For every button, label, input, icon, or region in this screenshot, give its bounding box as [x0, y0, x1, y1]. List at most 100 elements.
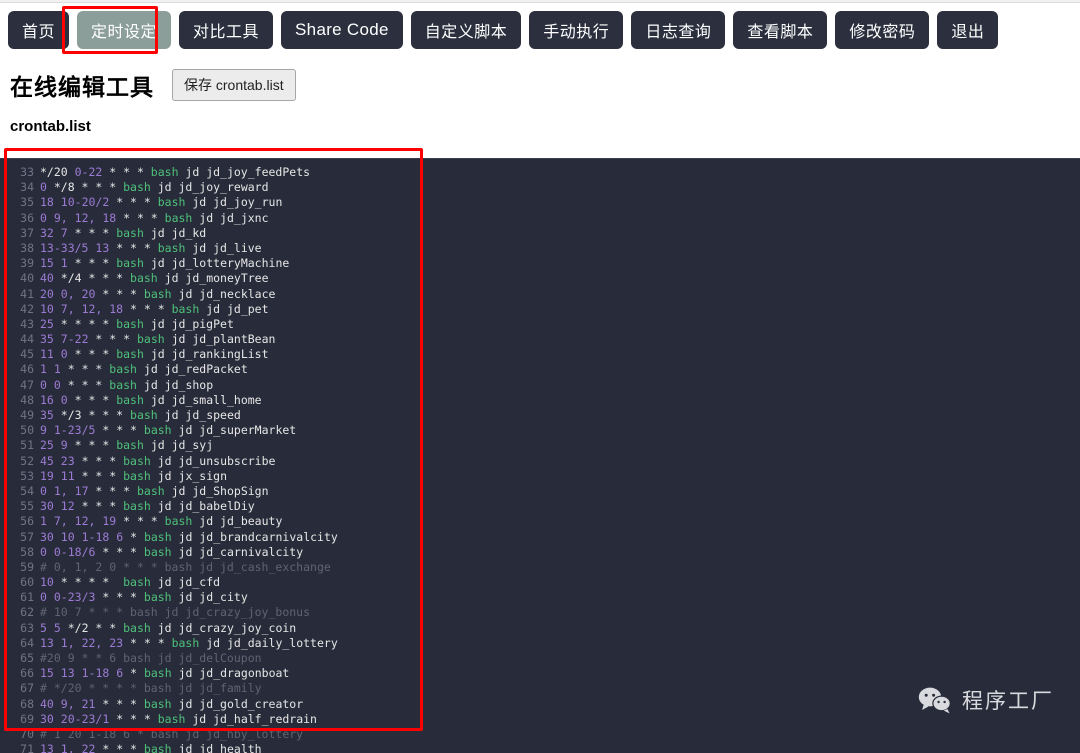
- code-line[interactable]: 39 15 1 * * * bash jd jd_lotteryMachine: [0, 256, 1080, 271]
- code-token: 9: [60, 438, 68, 453]
- code-token: * * *: [116, 210, 165, 225]
- code-token: * * * *: [53, 575, 124, 590]
- code-line[interactable]: 56 1 7, 12, 19 * * * bash jd jd_beauty: [0, 514, 1080, 529]
- code-token: * * *: [67, 347, 117, 362]
- line-number: 60: [20, 575, 34, 590]
- code-token: bash: [123, 575, 151, 590]
- code-line[interactable]: 34 0 */8 * * * bash jd jd_joy_reward: [0, 180, 1080, 195]
- code-line[interactable]: 52 45 23 * * * bash jd jd_unsubscribe: [0, 454, 1080, 469]
- code-token: 30: [40, 529, 54, 544]
- code-line[interactable]: 37 32 7 * * * bash jd jd_kd: [0, 226, 1080, 241]
- code-token: jd jd_daily_lottery: [199, 635, 338, 650]
- line-number: 63: [20, 620, 34, 635]
- nav-compare-tool[interactable]: 对比工具: [179, 11, 274, 49]
- code-token: jd jd_speed: [157, 408, 241, 422]
- line-number: 42: [20, 301, 34, 316]
- code-line[interactable]: 44 35 7-22 * * * bash jd jd_plantBean: [0, 332, 1080, 347]
- nav-change-password[interactable]: 修改密码: [835, 11, 930, 49]
- code-line[interactable]: 42 10 7, 12, 18 * * * bash jd jd_pet: [0, 302, 1080, 317]
- line-number: 43: [20, 316, 34, 331]
- code-line[interactable]: 47 0 0 * * * bash jd jd_shop: [0, 378, 1080, 393]
- nav-share-code[interactable]: Share Code: [281, 11, 403, 49]
- nav-custom-script[interactable]: 自定义脚本: [410, 11, 522, 49]
- code-line[interactable]: 57 30 10 1-18 6 * bash jd jd_brandcarniva…: [0, 530, 1080, 545]
- code-token: * * *: [95, 423, 144, 438]
- code-line[interactable]: 66 15 13 1-18 6 * bash jd jd_dragonboat: [0, 666, 1080, 681]
- code-line[interactable]: 45 11 0 * * * bash jd jd_rankingList: [0, 347, 1080, 362]
- code-lines-container[interactable]: 33 */20 0-22 * * * bash jd jd_joy_feedPet…: [0, 159, 1080, 753]
- code-token: 10: [60, 529, 75, 544]
- code-line[interactable]: 59 # 0, 1, 2 0 * * * bash jd jd_cash_exch…: [0, 560, 1080, 575]
- nav-home[interactable]: 首页: [8, 11, 70, 49]
- code-line[interactable]: 41 20 0, 20 * * * bash jd jd_necklace: [0, 287, 1080, 302]
- code-line[interactable]: 54 0 1, 17 * * * bash jd jd_ShopSign: [0, 484, 1080, 499]
- code-token: 32: [40, 225, 54, 240]
- code-token: 9, 12, 18: [53, 210, 117, 225]
- nav-manual-run[interactable]: 手动执行: [529, 11, 624, 49]
- code-token: bash: [136, 483, 165, 498]
- nav-logout[interactable]: 退出: [937, 11, 999, 49]
- code-line[interactable]: 53 19 11 * * * bash jd jx_sign: [0, 469, 1080, 484]
- nav-schedule[interactable]: 定时设定: [77, 11, 172, 49]
- code-token: jd jd_superMarket: [171, 423, 297, 438]
- code-line[interactable]: 35 18 10-20/2 * * * bash jd jd_joy_run: [0, 195, 1080, 210]
- line-number: 55: [20, 499, 34, 514]
- code-line[interactable]: 61 0 0-23/3 * * * bash jd jd_city: [0, 590, 1080, 605]
- code-line[interactable]: 69 30 20-23/1 * * * bash jd jd_half_redra…: [0, 712, 1080, 727]
- code-editor[interactable]: 33 */20 0-22 * * * bash jd jd_joy_feedPet…: [0, 158, 1080, 753]
- code-line[interactable]: 58 0 0-18/6 * * * bash jd jd_carnivalcity: [0, 545, 1080, 560]
- code-token: bash: [116, 225, 144, 240]
- code-line[interactable]: 40 40 */4 * * * bash jd jd_moneyTree: [0, 271, 1080, 286]
- code-line[interactable]: 38 13-33/5 13 * * * bash jd jd_live: [0, 241, 1080, 256]
- code-token: * * *: [102, 165, 151, 179]
- code-line[interactable]: 50 9 1-23/5 * * * bash jd jd_superMarket: [0, 423, 1080, 438]
- nav-log-query[interactable]: 日志查询: [631, 11, 726, 49]
- code-line[interactable]: 33 */20 0-22 * * * bash jd jd_joy_feedPet…: [0, 165, 1080, 180]
- code-line[interactable]: 67 # */20 * * * * bash jd jd_family: [0, 681, 1080, 696]
- line-number: 71: [20, 742, 34, 753]
- code-line[interactable]: 46 1 1 * * * bash jd jd_redPacket: [0, 362, 1080, 377]
- code-token: */20: [40, 165, 75, 179]
- code-line[interactable]: 48 16 0 * * * bash jd jd_small_home: [0, 393, 1080, 408]
- code-token: bash: [130, 408, 158, 422]
- save-crontab-button[interactable]: 保存 crontab.list: [172, 69, 296, 101]
- code-token: 0-18/6: [53, 544, 96, 559]
- code-line[interactable]: 62 # 10 7 * * * bash jd jd_crazy_joy_bonu…: [0, 605, 1080, 620]
- code-line[interactable]: 36 0 9, 12, 18 * * * bash jd jd_jxnc: [0, 211, 1080, 226]
- code-line[interactable]: 64 13 1, 22, 23 * * * bash jd jd_daily_lo…: [0, 636, 1080, 651]
- code-token: bash: [123, 499, 151, 514]
- code-token: 7-22: [60, 332, 89, 347]
- line-number: 56: [20, 514, 34, 529]
- code-line[interactable]: 71 13 1, 22 * * * bash jd jd_health: [0, 742, 1080, 753]
- code-token: * * *: [88, 483, 137, 498]
- code-line[interactable]: 49 35 */3 * * * bash jd jd_speed: [0, 408, 1080, 423]
- code-token: bash: [143, 590, 172, 605]
- code-token: jd jd_necklace: [171, 286, 276, 301]
- code-token: 0: [40, 377, 47, 392]
- main-navigation: 首页 定时设定 对比工具 Share Code 自定义脚本 手动执行 日志查询 查看脚本 修改密…: [8, 10, 999, 50]
- code-token: bash: [143, 696, 172, 711]
- code-line[interactable]: 51 25 9 * * * bash jd jd_syj: [0, 438, 1080, 453]
- nav-view-script[interactable]: 查看脚本: [733, 11, 828, 49]
- code-line[interactable]: 60 10 * * * * bash jd jd_cfd: [0, 575, 1080, 590]
- code-token: 10: [40, 575, 54, 590]
- code-token: 1: [40, 514, 47, 529]
- code-line[interactable]: 55 30 12 * * * bash jd jd_babelDiy: [0, 499, 1080, 514]
- code-line[interactable]: 70 # 1 20 1-18 6 * bash jd jd_hby_lottery: [0, 727, 1080, 742]
- code-line[interactable]: 63 5 5 */2 * * bash jd jd_crazy_joy_coin: [0, 621, 1080, 636]
- code-line[interactable]: 68 40 9, 21 * * * bash jd jd_gold_creator: [0, 697, 1080, 712]
- code-line[interactable]: 65 #20 9 * * 6 bash jd jd_delCoupon: [0, 651, 1080, 666]
- code-token: 1, 22: [60, 742, 96, 753]
- code-token: * * *: [95, 696, 144, 711]
- code-token: jd jx_sign: [150, 468, 227, 483]
- code-line[interactable]: 43 25 * * * * bash jd jd_pigPet: [0, 317, 1080, 332]
